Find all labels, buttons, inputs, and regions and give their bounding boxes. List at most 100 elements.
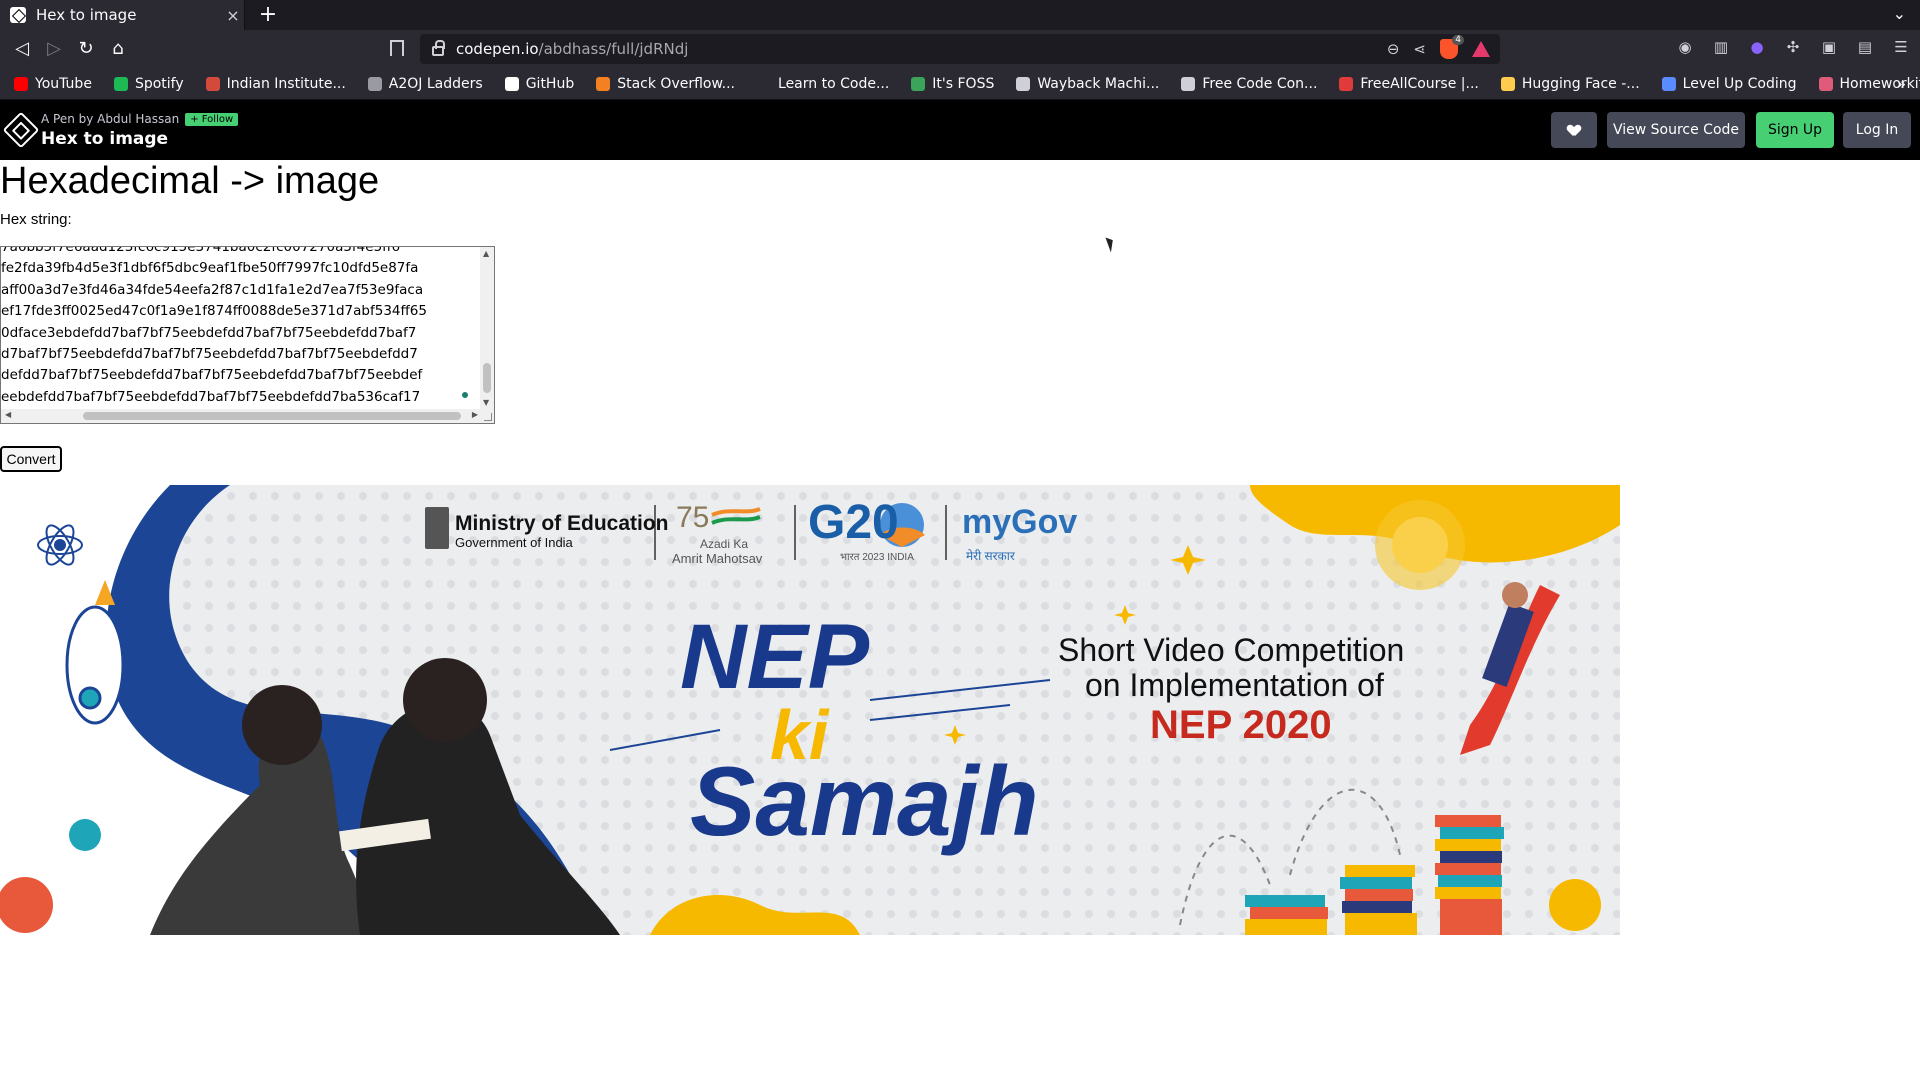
shield-count-badge: 4 [1452,35,1464,45]
svg-text:75: 75 [676,501,709,534]
hex-line: eebdefdd7baf7bf75eebdefdd7baf7bf75eebdef… [1,388,421,405]
zoom-icon[interactable]: ⊖ [1387,40,1400,58]
scroll-down-icon[interactable]: ▼ [483,398,489,407]
menu-icon[interactable]: ☰ [1892,38,1910,56]
bookmark-item[interactable]: Wayback Machi... [1016,76,1159,92]
competition-line-3: NEP 2020 [1150,703,1332,747]
bookmark-item[interactable]: YouTube [14,76,92,92]
bookmark-item[interactable]: FreeAllCourse |... [1339,76,1479,92]
new-tab-button[interactable]: + [255,2,281,28]
list-all-tabs-icon[interactable]: ⌄ [1893,4,1906,23]
hex-line: 7a6bb5f7e6aad123fc6c915e3741ba0c2fc00727… [1,246,401,255]
extensions-puzzle-icon[interactable]: ✣ [1784,38,1802,56]
pen-title: Hex to image [41,129,169,149]
home-icon[interactable]: ⌂ [105,37,131,61]
bookmark-favicon-icon [911,76,926,91]
scroll-right-icon[interactable]: ▶ [472,410,478,419]
g20-logo: G20 [808,496,899,549]
scroll-left-icon[interactable]: ◀ [5,410,11,419]
bookmark-favicon-icon [14,76,28,91]
codepen-logo-icon[interactable] [2,111,40,149]
hex-textarea-content: 7a6bb5f7e6aad123fc6c915e3741ba0c2fc00727… [1,246,427,408]
bookmark-label: Hugging Face -... [1521,75,1640,92]
bookmark-label: It's FOSS [932,75,995,92]
page-heading: Hexadecimal -> image [0,160,380,202]
hex-line: ef17fde3ff0025ed47c0f1a9e1f874ff0088de5e… [1,303,427,320]
sign-up-button[interactable]: Sign Up [1756,112,1834,148]
bookmark-item[interactable]: Learn to Code... [757,76,889,92]
bookmark-label: YouTube [35,75,92,92]
vertical-scroll-thumb[interactable] [483,363,491,393]
hex-line: aff00a3d7e3fd46a34fde54eefa2f87c1d1fa1e2… [1,281,424,298]
bookmark-item[interactable]: Free Code Con... [1181,76,1317,92]
url-host: codepen.io [456,40,539,58]
extension-incognito-icon[interactable]: ◉ [1676,38,1694,56]
forward-icon[interactable]: ▷ [41,37,67,61]
brave-shield-icon[interactable]: 4 [1440,35,1464,59]
bookmark-item[interactable]: Indian Institute... [205,76,346,92]
back-icon[interactable]: ◁ [9,37,35,61]
tab-title: Hex to image [36,6,137,24]
bookmark-label: GitHub [525,75,575,92]
share-icon[interactable]: ⋖ [1413,40,1426,58]
vertical-scrollbar[interactable]: ▲ ▼ [480,247,494,409]
log-in-button[interactable]: Log In [1843,112,1911,148]
ministry-title: Ministry of Education [455,512,669,535]
navigation-bar: ◁ ▷ ↻ ⌂ codepen.io/abdhass/full/jdRNdj ⊖… [0,30,1920,68]
extension-trash-icon[interactable]: ▥ [1712,38,1730,56]
address-bar[interactable]: codepen.io/abdhass/full/jdRNdj ⊖ ⋖ 4 [420,34,1500,64]
bookmark-item[interactable]: Level Up Coding [1661,76,1797,92]
view-source-button[interactable]: View Source Code [1607,112,1745,148]
bookmarks-overflow-icon[interactable]: » [1897,75,1906,93]
heart-button[interactable] [1551,112,1597,148]
competition-line-1: Short Video Competition [1058,632,1405,668]
bookmark-page-icon[interactable] [390,40,404,56]
bookmark-favicon-icon [113,76,128,91]
sidebar-icon[interactable]: ▣ [1820,38,1838,56]
hex-textarea[interactable]: 7a6bb5f7e6aad123fc6c915e3741ba0c2fc00727… [0,246,495,424]
extension-purple-icon[interactable]: ● [1748,38,1766,56]
url-path: /abdhass/full/jdRNdj [538,40,689,58]
bookmark-item[interactable]: GitHub [504,75,575,92]
pen-byline: A Pen by Abdul Hassan + Follow [41,112,239,126]
bookmark-favicon-icon [1016,76,1031,91]
bookmark-favicon-icon [367,76,382,91]
hex-line: fe2fda39fb4d5e3f1dbf6f5dbc9eaf1fbe50ff79… [1,260,419,277]
horizontal-scroll-thumb[interactable] [83,412,461,420]
bookmarks-bar: YouTube Spotify Indian Institute... A2OJ La… [0,68,1920,100]
grammar-check-dot-icon[interactable] [462,392,468,398]
azadi-line-1: Azadi Ka [700,537,749,551]
azadi-line-2: Amrit Mahotsav [672,551,763,566]
horizontal-scrollbar[interactable]: ◀ ▶ [1,409,482,423]
bookmark-item[interactable]: Stack Overflow... [596,76,735,92]
bookmark-favicon-icon [1339,76,1354,91]
bookmark-item[interactable]: A2OJ Ladders [367,75,483,92]
bookmark-label: Stack Overflow... [617,75,736,92]
bookmark-item[interactable]: Hugging Face -... [1500,75,1640,92]
wallet-icon[interactable]: ▤ [1856,38,1874,56]
converted-image-banner: 75 Ministry of Education Government of I… [0,485,1620,935]
hex-string-label: Hex string: [0,211,72,228]
mygov-logo: myGov [962,503,1078,541]
bookmark-favicon-icon [1818,76,1833,91]
bookmark-label: Spotify [134,75,184,92]
bookmark-item[interactable]: It's FOSS [911,76,994,92]
bookmark-label: A2OJ Ladders [388,75,483,92]
resize-grip-icon[interactable] [480,409,494,423]
mygov-subtitle: मेरी सरकार [966,549,1015,563]
convert-button[interactable]: Convert [0,446,62,472]
brave-rewards-icon[interactable] [1472,41,1490,57]
scroll-up-icon[interactable]: ▲ [483,249,489,258]
active-tab[interactable]: Hex to image × [0,0,245,30]
reload-icon[interactable]: ↻ [73,37,99,61]
hex-line: 0dface3ebdefdd7baf7bf75eebdefdd7baf7bf75… [1,324,417,341]
bookmark-favicon-icon [1500,76,1515,91]
bookmark-favicon-icon [205,76,220,91]
bookmark-label: Wayback Machi... [1037,75,1160,92]
pen-author[interactable]: A Pen by Abdul Hassan [41,112,179,126]
close-tab-icon[interactable]: × [222,6,244,25]
bookmark-item[interactable]: Spotify [113,75,184,92]
follow-button[interactable]: + Follow [185,112,239,126]
government-subtitle: Government of India [455,535,573,550]
g20-subtitle: भारत 2023 INDIA [840,552,914,563]
